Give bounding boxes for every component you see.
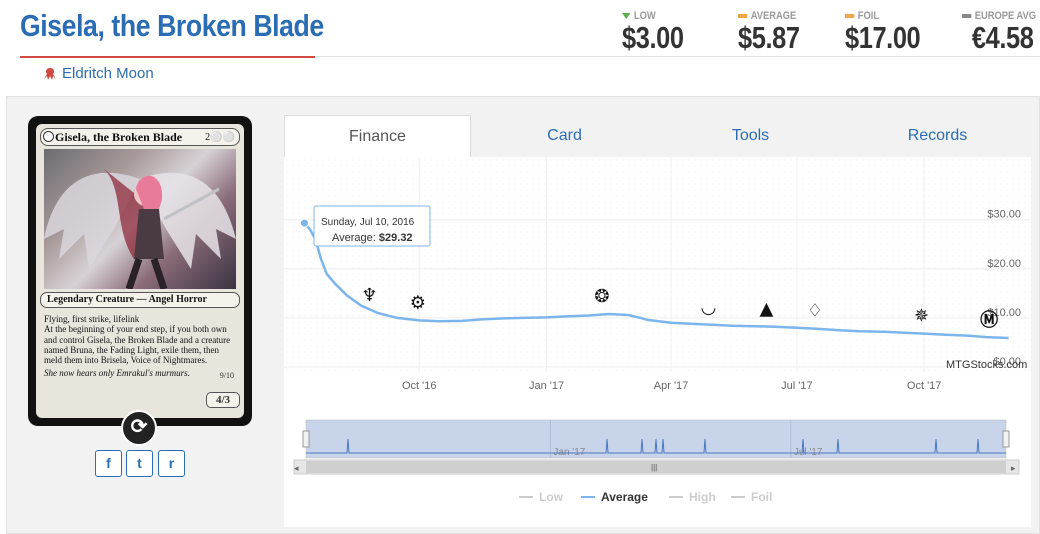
x-tick-label: Jul '17 bbox=[781, 380, 812, 392]
scrollbar-grip-icon: ||| bbox=[651, 463, 657, 472]
tab-finance[interactable]: Finance bbox=[284, 115, 471, 157]
ixalan-icon: ✵ bbox=[914, 306, 929, 327]
chart-legend[interactable]: Low Average High Foil bbox=[519, 490, 772, 504]
twitter-share-button[interactable]: t bbox=[126, 450, 153, 477]
card-name-text: Gisela, the Broken Blade bbox=[55, 130, 183, 144]
price-chart[interactable]: $30.00 $20.00 $10.00 $0.00 Oct '16 Jan '17 Ap… bbox=[284, 157, 1031, 527]
facebook-share-button[interactable]: f bbox=[95, 450, 122, 477]
price-low: LOW $3.00 bbox=[622, 10, 697, 54]
down-arrow-icon bbox=[622, 13, 631, 19]
y-tick-label: $20.00 bbox=[987, 258, 1021, 270]
foil-marker-icon bbox=[845, 14, 855, 18]
price-average-value: $5.87 bbox=[738, 20, 800, 55]
tab-tools[interactable]: Tools bbox=[657, 115, 844, 157]
scroll-left-arrow-icon[interactable]: ◂ bbox=[294, 463, 299, 473]
kaladesh-icon: ⚙ bbox=[410, 292, 426, 313]
card-type-line: Legendary Creature — Angel Horror bbox=[40, 292, 240, 308]
chart-plot-background bbox=[284, 157, 1031, 372]
legend-label: Average bbox=[601, 490, 648, 504]
flavor-text: She now hears only Emrakul's murmurs. bbox=[44, 368, 190, 379]
iconic-masters-icon: Ⓜ bbox=[980, 309, 998, 331]
tooltip-series-name: Average bbox=[332, 232, 373, 244]
x-tick-label: Jan '17 bbox=[529, 380, 564, 392]
average-marker-icon bbox=[738, 14, 748, 18]
card-face: Gisela, the Broken Blade 2⚪⚪ Legendary C… bbox=[36, 124, 244, 418]
legend-label: Foil bbox=[751, 490, 772, 504]
card-name-bar: Gisela, the Broken Blade 2⚪⚪ bbox=[40, 128, 240, 146]
tooltip-value: $29.32 bbox=[379, 232, 413, 244]
price-foil: FOIL $17.00 bbox=[845, 10, 937, 54]
type-line-text: Legendary Creature — Angel Horror bbox=[47, 294, 207, 305]
eldritch-moon-set-icon bbox=[44, 67, 56, 80]
eldritch-moon-icon: ♆ bbox=[361, 285, 377, 306]
y-tick-label: $30.00 bbox=[987, 209, 1021, 221]
amonkhet-icon: ◡ bbox=[701, 297, 715, 318]
card-image[interactable]: Gisela, the Broken Blade 2⚪⚪ Legendary C… bbox=[28, 116, 252, 426]
aether-revolt-icon: ❂ bbox=[594, 286, 609, 307]
navigator-left-handle[interactable] bbox=[302, 430, 310, 448]
legend-label: Low bbox=[539, 490, 564, 504]
tooltip-series-row: Average: $29.32 bbox=[332, 232, 413, 244]
x-tick-label: Oct '17 bbox=[907, 380, 942, 392]
page-title: Gisela, the Broken Blade bbox=[20, 8, 324, 43]
mana-cost: 2⚪⚪ bbox=[205, 132, 235, 143]
price-average: AVERAGE $5.87 bbox=[738, 10, 813, 54]
meld-number: 9/10 bbox=[219, 371, 234, 380]
price-low-value: $3.00 bbox=[622, 20, 684, 55]
legend-item-average[interactable]: Average bbox=[581, 490, 648, 504]
europe-marker-icon bbox=[962, 14, 972, 18]
reddit-share-button[interactable]: r bbox=[158, 450, 185, 477]
rules-text-2: At the beginning of your end step, if yo… bbox=[44, 324, 231, 366]
commander-anthology-icon: ▲ bbox=[760, 299, 774, 320]
set-name: Eldritch Moon bbox=[62, 65, 154, 82]
scroll-right-arrow-icon[interactable]: ▸ bbox=[1011, 463, 1016, 473]
angel-art-illustration bbox=[44, 169, 236, 289]
legend-item-low[interactable]: Low bbox=[519, 490, 564, 504]
legend-item-foil[interactable]: Foil bbox=[731, 490, 772, 504]
chart-tooltip: Sunday, Jul 10, 2016 Average: $29.32 bbox=[299, 205, 431, 247]
navigator-right-handle[interactable] bbox=[1002, 430, 1010, 448]
price-europe-value: €4.58 bbox=[971, 20, 1034, 55]
flip-card-button[interactable]: ⟳ bbox=[121, 410, 157, 446]
tab-records[interactable]: Records bbox=[844, 115, 1031, 157]
legend-label: High bbox=[689, 490, 716, 504]
power-toughness: 4/3 bbox=[206, 392, 240, 408]
chart-navigator[interactable]: Jan '17 Jul '17 ◂ ▸ ||| bbox=[293, 419, 1020, 475]
x-tick-label: Oct '16 bbox=[402, 380, 437, 392]
tooltip-point bbox=[299, 218, 309, 228]
x-axis-ticks: Oct '16 Jan '17 Apr '17 Jul '17 Oct '17 bbox=[402, 380, 941, 392]
chart-credit: MTGStocks.com bbox=[946, 359, 1027, 371]
legend-item-high[interactable]: High bbox=[669, 490, 716, 504]
rules-text: Flying, first strike, lifelink bbox=[44, 314, 140, 324]
price-foil-value: $17.00 bbox=[845, 20, 921, 55]
header-divider bbox=[315, 56, 1040, 57]
set-link[interactable]: Eldritch Moon bbox=[42, 65, 154, 82]
x-tick-label: Apr '17 bbox=[654, 380, 689, 392]
tab-card[interactable]: Card bbox=[471, 115, 658, 157]
color-indicator-icon bbox=[43, 131, 54, 142]
tab-bar: Finance Card Tools Records bbox=[284, 115, 1031, 157]
tooltip-date: Sunday, Jul 10, 2016 bbox=[321, 217, 415, 228]
price-chart-svg[interactable]: $30.00$20.00$10.00$0.00 Oct '16 Jan '17 Ap… bbox=[284, 157, 1031, 527]
card-art bbox=[44, 149, 236, 289]
title-underline bbox=[20, 56, 315, 58]
price-europe: EUROPE AVG €4.58 bbox=[962, 10, 1040, 54]
hour-of-devastation-icon: ♢ bbox=[807, 301, 823, 322]
